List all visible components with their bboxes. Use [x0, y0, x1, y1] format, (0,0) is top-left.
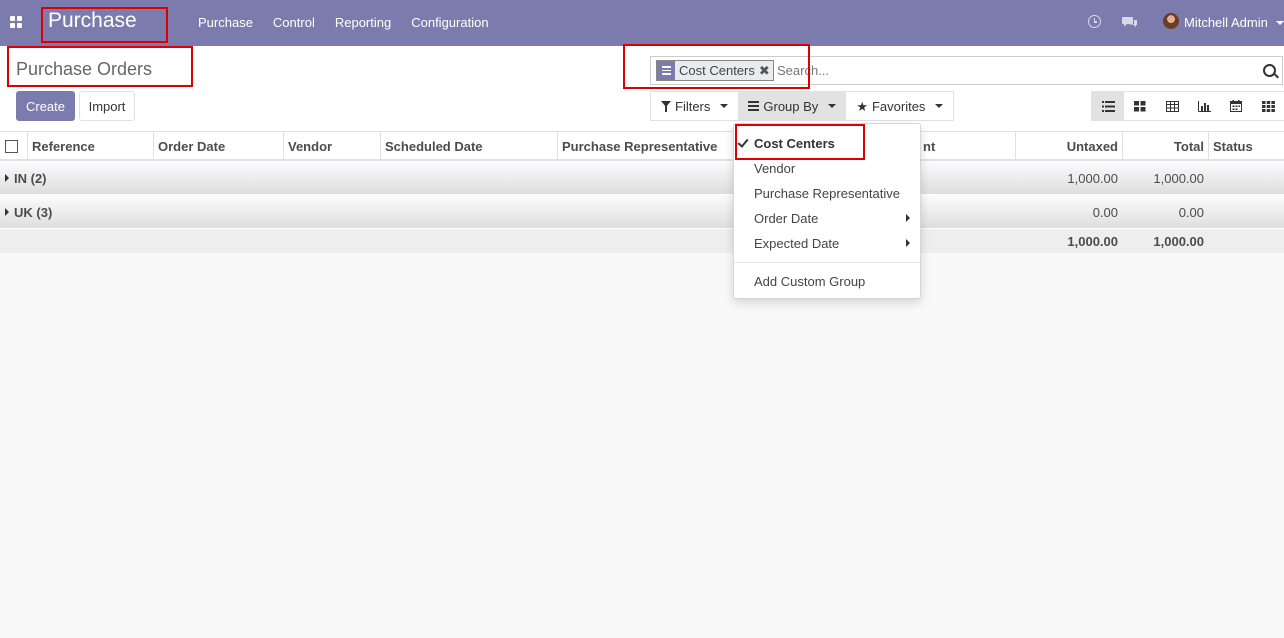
favorites-button[interactable]: ★ Favorites [846, 92, 953, 120]
option-label: Cost Centers [754, 136, 835, 151]
facet-label: Cost Centers [679, 63, 755, 78]
pivot-table-icon [1165, 100, 1179, 112]
main-menu: Purchase Control Reporting Configuration [198, 15, 489, 30]
caret-right-icon [5, 208, 9, 216]
graph-view-button[interactable] [1188, 92, 1220, 120]
bars-icon [748, 101, 760, 111]
user-avatar[interactable] [1163, 13, 1179, 29]
list-view-icon [1101, 100, 1115, 112]
purchase-orders-table: Reference Order Date Vendor Scheduled Da… [0, 132, 1284, 253]
group-by-option-order-date[interactable]: Order Date [754, 211, 818, 226]
check-icon [737, 136, 749, 148]
calendar-icon [1230, 100, 1242, 112]
facet-remove-icon[interactable]: ✖ [759, 61, 773, 80]
chevron-down-icon [720, 104, 729, 108]
kanban-view-icon [1134, 100, 1146, 111]
add-custom-group-button[interactable]: Add Custom Group [754, 274, 865, 289]
group-by-option-vendor[interactable]: Vendor [754, 161, 795, 176]
group-by-facet-icon [657, 61, 675, 80]
search-icon[interactable] [1263, 64, 1276, 77]
user-menu-caret-icon[interactable] [1276, 21, 1284, 25]
menu-item-reporting[interactable]: Reporting [335, 15, 391, 30]
messaging-chat-icon[interactable] [1122, 15, 1138, 29]
column-scheduled-date[interactable]: Scheduled Date [380, 132, 557, 161]
bar-chart-icon [1197, 100, 1211, 112]
menu-item-purchase[interactable]: Purchase [198, 15, 253, 30]
column-order-date[interactable]: Order Date [153, 132, 283, 161]
group-row[interactable]: IN (2) 1,000.00 1,000.00 [0, 161, 1284, 195]
group-by-button[interactable]: Group By [738, 92, 847, 120]
column-total[interactable]: Total [1122, 132, 1208, 161]
user-name[interactable]: Mitchell Admin [1184, 15, 1268, 30]
footer-untaxed: 1,000.00 [1067, 234, 1118, 249]
kanban-view-button[interactable] [1124, 92, 1156, 120]
submenu-arrow-icon [906, 214, 910, 222]
chevron-down-icon [828, 104, 837, 108]
group-by-option-cost-centers[interactable]: Cost Centers [737, 136, 835, 151]
group-by-option-purchase-representative[interactable]: Purchase Representative [754, 186, 900, 201]
group-by-dropdown: Cost Centers Vendor Purchase Representat… [733, 123, 921, 299]
search-facet-cost-centers: Cost Centers ✖ [656, 60, 774, 81]
select-all-checkbox[interactable] [5, 140, 18, 153]
list-view-button[interactable] [1092, 92, 1124, 120]
group-total: 0.00 [1178, 205, 1204, 220]
caret-right-icon [5, 174, 9, 182]
pivot-view-button[interactable] [1156, 92, 1188, 120]
group-untaxed: 0.00 [1092, 205, 1118, 220]
search-input[interactable] [777, 63, 1247, 78]
search-options: Filters Group By ★ Favorites [650, 91, 955, 121]
calendar-view-button[interactable] [1220, 92, 1252, 120]
group-name: UK (3) [14, 205, 53, 220]
import-button[interactable]: Import [79, 91, 135, 121]
group-by-label: Group By [763, 98, 819, 114]
column-untaxed[interactable]: Untaxed [1015, 132, 1122, 161]
column-vendor[interactable]: Vendor [283, 132, 380, 161]
chevron-down-icon [935, 104, 944, 108]
create-button[interactable]: Create [16, 91, 75, 121]
apps-menu-icon[interactable] [10, 16, 23, 29]
top-navbar: Purchase Purchase Control Reporting Conf… [0, 0, 1284, 46]
app-name[interactable]: Purchase [48, 9, 137, 33]
view-switcher [1091, 91, 1284, 121]
group-by-option-expected-date[interactable]: Expected Date [754, 236, 839, 251]
column-status[interactable]: Status [1208, 132, 1284, 161]
menu-item-control[interactable]: Control [273, 15, 315, 30]
grid-view-button[interactable] [1252, 92, 1284, 120]
group-label: IN (2) [5, 171, 47, 186]
table-footer: 1,000.00 1,000.00 [0, 229, 1284, 253]
activity-clock-icon[interactable] [1088, 15, 1101, 28]
grid-icon [1261, 100, 1275, 112]
column-reference[interactable]: Reference [27, 132, 153, 161]
page-title: Purchase Orders [16, 59, 153, 79]
filters-label: Filters [675, 98, 711, 114]
group-row[interactable]: UK (3) 0.00 0.00 [0, 195, 1284, 229]
favorites-label: Favorites [871, 98, 926, 114]
group-label: UK (3) [5, 205, 52, 220]
menu-item-configuration[interactable]: Configuration [411, 15, 488, 30]
dropdown-divider [734, 262, 920, 263]
group-total: 1,000.00 [1153, 171, 1204, 186]
table-header: Reference Order Date Vendor Scheduled Da… [0, 132, 1284, 161]
submenu-arrow-icon [906, 239, 910, 247]
column-purchase-representative[interactable]: Purchase Representative [557, 132, 753, 161]
footer-total: 1,000.00 [1153, 234, 1204, 249]
filters-button[interactable]: Filters [651, 92, 738, 120]
star-icon: ★ [856, 98, 868, 114]
group-untaxed: 1,000.00 [1067, 171, 1118, 186]
filter-icon [661, 100, 671, 112]
column-partial-label: nt [923, 139, 936, 154]
search-bar[interactable]: Cost Centers ✖ [650, 56, 1283, 85]
control-panel: Purchase Orders Create Import Cost Cente… [0, 46, 1284, 132]
group-name: IN (2) [14, 171, 47, 186]
